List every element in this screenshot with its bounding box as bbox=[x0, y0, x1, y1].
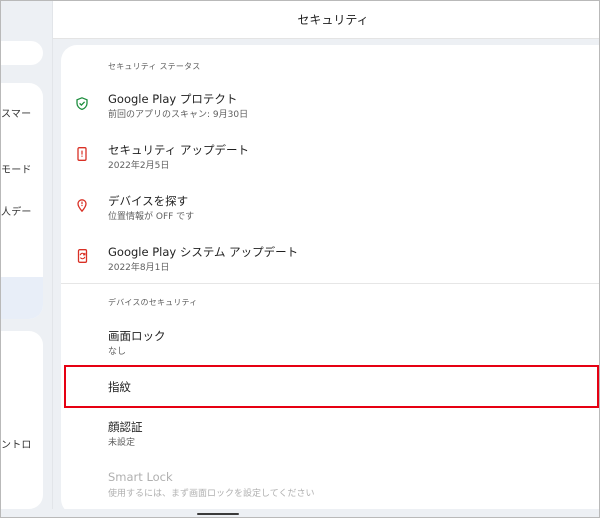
bottom-nav-bar bbox=[1, 509, 599, 517]
left-card-bottom: ントロ bbox=[1, 331, 43, 509]
item-subtitle: 使用するには、まず画面ロックを設定してください bbox=[108, 489, 315, 499]
item-title: セキュリティ アップデート bbox=[108, 143, 249, 157]
left-item-label-1[interactable]: スマー bbox=[1, 105, 31, 120]
item-title: Google Play システム アップデート bbox=[108, 245, 299, 259]
phone-alert-icon bbox=[75, 147, 89, 161]
header-bar: セキュリティ bbox=[53, 1, 599, 39]
item-title: Smart Lock bbox=[108, 470, 173, 484]
item-fingerprint[interactable]: 指紋 bbox=[61, 365, 599, 411]
item-face-unlock[interactable]: 顔認証 未設定 bbox=[61, 411, 599, 457]
item-title: デバイスを探す bbox=[108, 194, 189, 208]
item-subtitle: 2022年2月5日 bbox=[108, 161, 170, 171]
item-google-play-system-update[interactable]: Google Play システム アップデート 2022年8月1日 bbox=[61, 236, 599, 282]
item-smart-lock: Smart Lock 使用するには、まず画面ロックを設定してください bbox=[61, 463, 599, 509]
item-security-update[interactable]: セキュリティ アップデート 2022年2月5日 bbox=[61, 134, 599, 180]
page-title: セキュリティ bbox=[297, 13, 369, 27]
phone-sync-icon bbox=[75, 249, 89, 263]
security-settings-card: セキュリティ ステータス Google Play プロテクト 前回のアプリのスキ… bbox=[61, 45, 599, 515]
location-pin-icon bbox=[75, 198, 89, 212]
item-screen-lock[interactable]: 画面ロック なし bbox=[61, 319, 599, 365]
item-subtitle: 前回のアプリのスキャン: 9月30日 bbox=[108, 110, 249, 120]
item-title: Google Play プロテクト bbox=[108, 92, 238, 106]
item-subtitle: なし bbox=[108, 347, 127, 357]
item-title: 画面ロック bbox=[108, 329, 166, 343]
gesture-nav-handle[interactable] bbox=[197, 513, 239, 515]
section-header-security-status: セキュリティ ステータス bbox=[108, 62, 201, 71]
left-item-label-4[interactable]: ントロ bbox=[1, 436, 32, 451]
left-card-middle: スマー モード 人デー bbox=[1, 83, 43, 319]
item-subtitle: 位置情報が OFF です bbox=[108, 212, 195, 222]
item-find-my-device[interactable]: デバイスを探す 位置情報が OFF です bbox=[61, 185, 599, 231]
section-divider bbox=[61, 283, 599, 284]
left-card-top bbox=[1, 41, 43, 65]
left-selected-item[interactable] bbox=[1, 277, 43, 319]
item-title: 顔認証 bbox=[108, 420, 143, 434]
shield-check-icon bbox=[75, 96, 89, 110]
left-item-label-3[interactable]: 人デー bbox=[1, 203, 32, 218]
left-settings-pane: スマー モード 人デー ントロ bbox=[1, 1, 53, 517]
section-header-device-security: デバイスのセキュリティ bbox=[108, 298, 198, 307]
item-title: 指紋 bbox=[108, 380, 131, 394]
item-subtitle: 2022年8月1日 bbox=[108, 263, 170, 273]
left-item-label-2[interactable]: モード bbox=[1, 161, 32, 176]
item-google-play-protect[interactable]: Google Play プロテクト 前回のアプリのスキャン: 9月30日 bbox=[61, 83, 599, 129]
item-subtitle: 未設定 bbox=[108, 438, 136, 448]
settings-window: スマー モード 人デー ントロ セキュリティ セキュリティ ステータス Goog… bbox=[0, 0, 600, 518]
